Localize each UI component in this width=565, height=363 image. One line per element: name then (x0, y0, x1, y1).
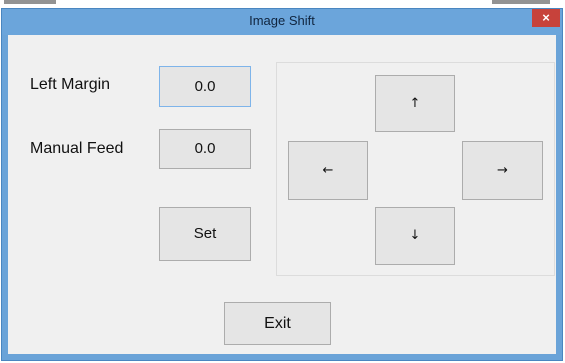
set-button[interactable]: Set (159, 207, 251, 261)
close-button[interactable]: × (532, 9, 560, 27)
shift-down-button[interactable]: ↓ (375, 207, 455, 265)
dialog-body: Left Margin 0.0 Manual Feed 0.0 Set ↑ ← … (8, 35, 556, 354)
manual-feed-label: Manual Feed (30, 140, 124, 157)
arrow-up-icon: ↑ (409, 96, 421, 111)
arrow-left-icon: ← (322, 163, 334, 178)
shift-right-button[interactable]: → (462, 141, 543, 200)
manual-feed-value-button[interactable]: 0.0 (159, 129, 251, 169)
image-shift-dialog: Image Shift × Left Margin 0.0 Manual Fee… (1, 8, 563, 361)
background-text-fragment (492, 0, 550, 4)
window-title: Image Shift (249, 13, 315, 28)
background-window-strip (0, 0, 565, 8)
background-text-fragment (4, 0, 56, 4)
exit-button[interactable]: Exit (224, 302, 331, 345)
shift-direction-panel: ↑ ← → ↓ (276, 62, 555, 276)
title-bar[interactable]: Image Shift × (2, 9, 562, 35)
shift-up-button[interactable]: ↑ (375, 75, 455, 132)
left-margin-label: Left Margin (30, 76, 111, 93)
arrow-down-icon: ↓ (409, 228, 421, 243)
left-margin-value-button[interactable]: 0.0 (159, 66, 251, 107)
shift-left-button[interactable]: ← (288, 141, 368, 200)
arrow-right-icon: → (497, 163, 508, 178)
